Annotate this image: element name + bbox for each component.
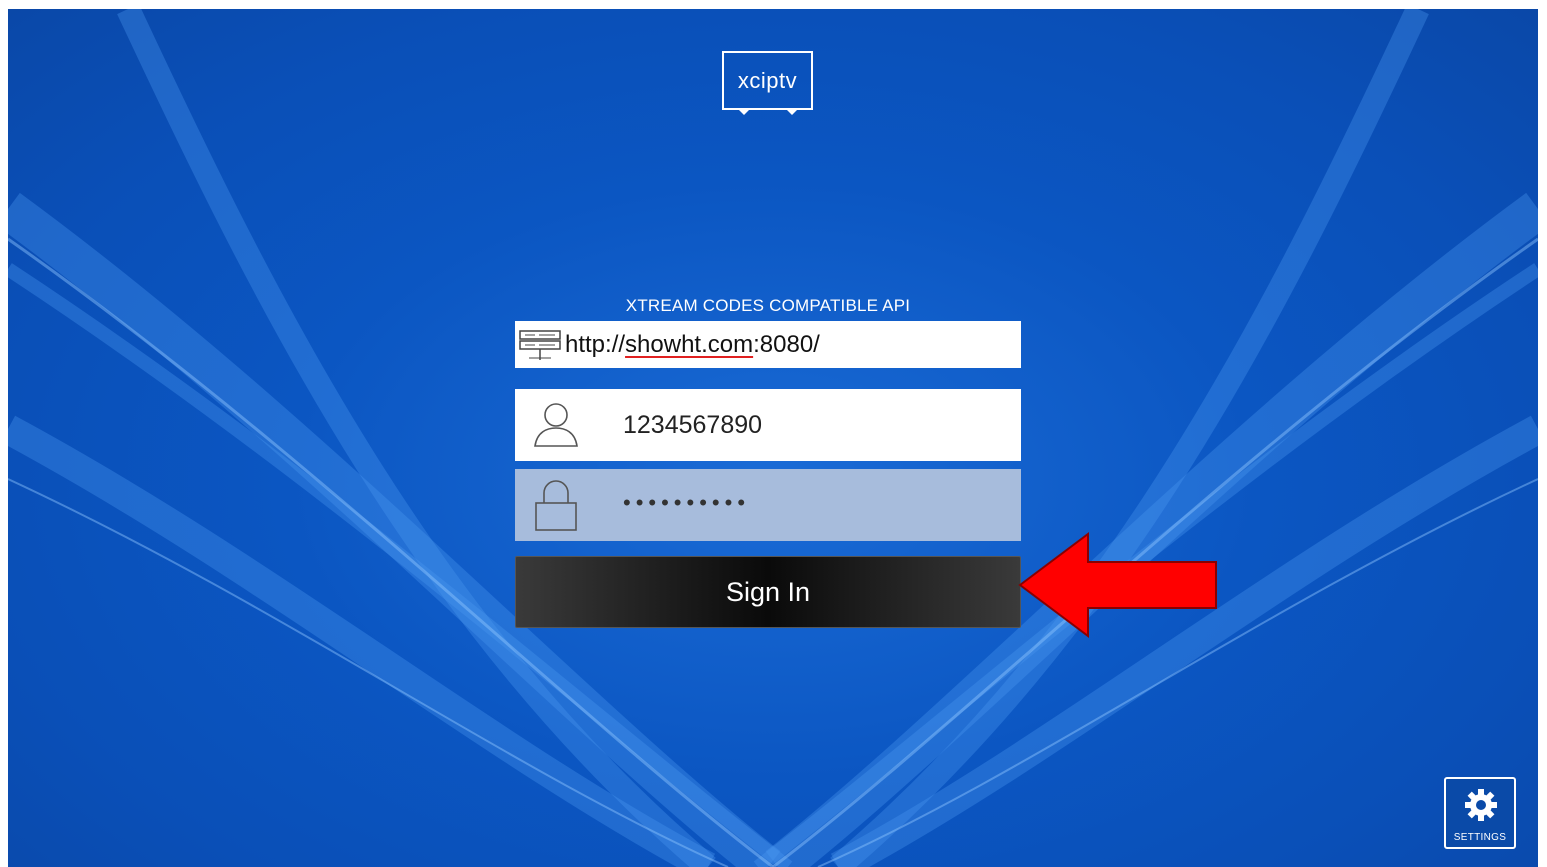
server-icon [515,321,563,368]
gear-icon [1465,789,1497,821]
lock-icon [521,469,591,541]
sign-in-button[interactable]: Sign In [515,556,1021,628]
server-url-value: http://showht.com:8080/ [565,330,820,358]
username-field[interactable]: 1234567890 [515,389,1021,461]
password-field[interactable]: •••••••••• [515,469,1021,541]
user-icon [521,389,591,461]
app-logo: xciptv [722,51,813,110]
red-arrow-annotation [1018,532,1217,638]
login-screen: xciptv XTREAM CODES COMPATIBLE API http:… [8,9,1538,867]
settings-button[interactable]: SETTINGS [1444,777,1516,849]
password-value: •••••••••• [623,490,751,515]
server-url-field[interactable]: http://showht.com:8080/ [515,321,1021,368]
settings-label: SETTINGS [1453,832,1507,843]
logo-stand-icon [738,109,798,115]
api-title: XTREAM CODES COMPATIBLE API [625,296,911,315]
username-value: 1234567890 [623,410,763,439]
